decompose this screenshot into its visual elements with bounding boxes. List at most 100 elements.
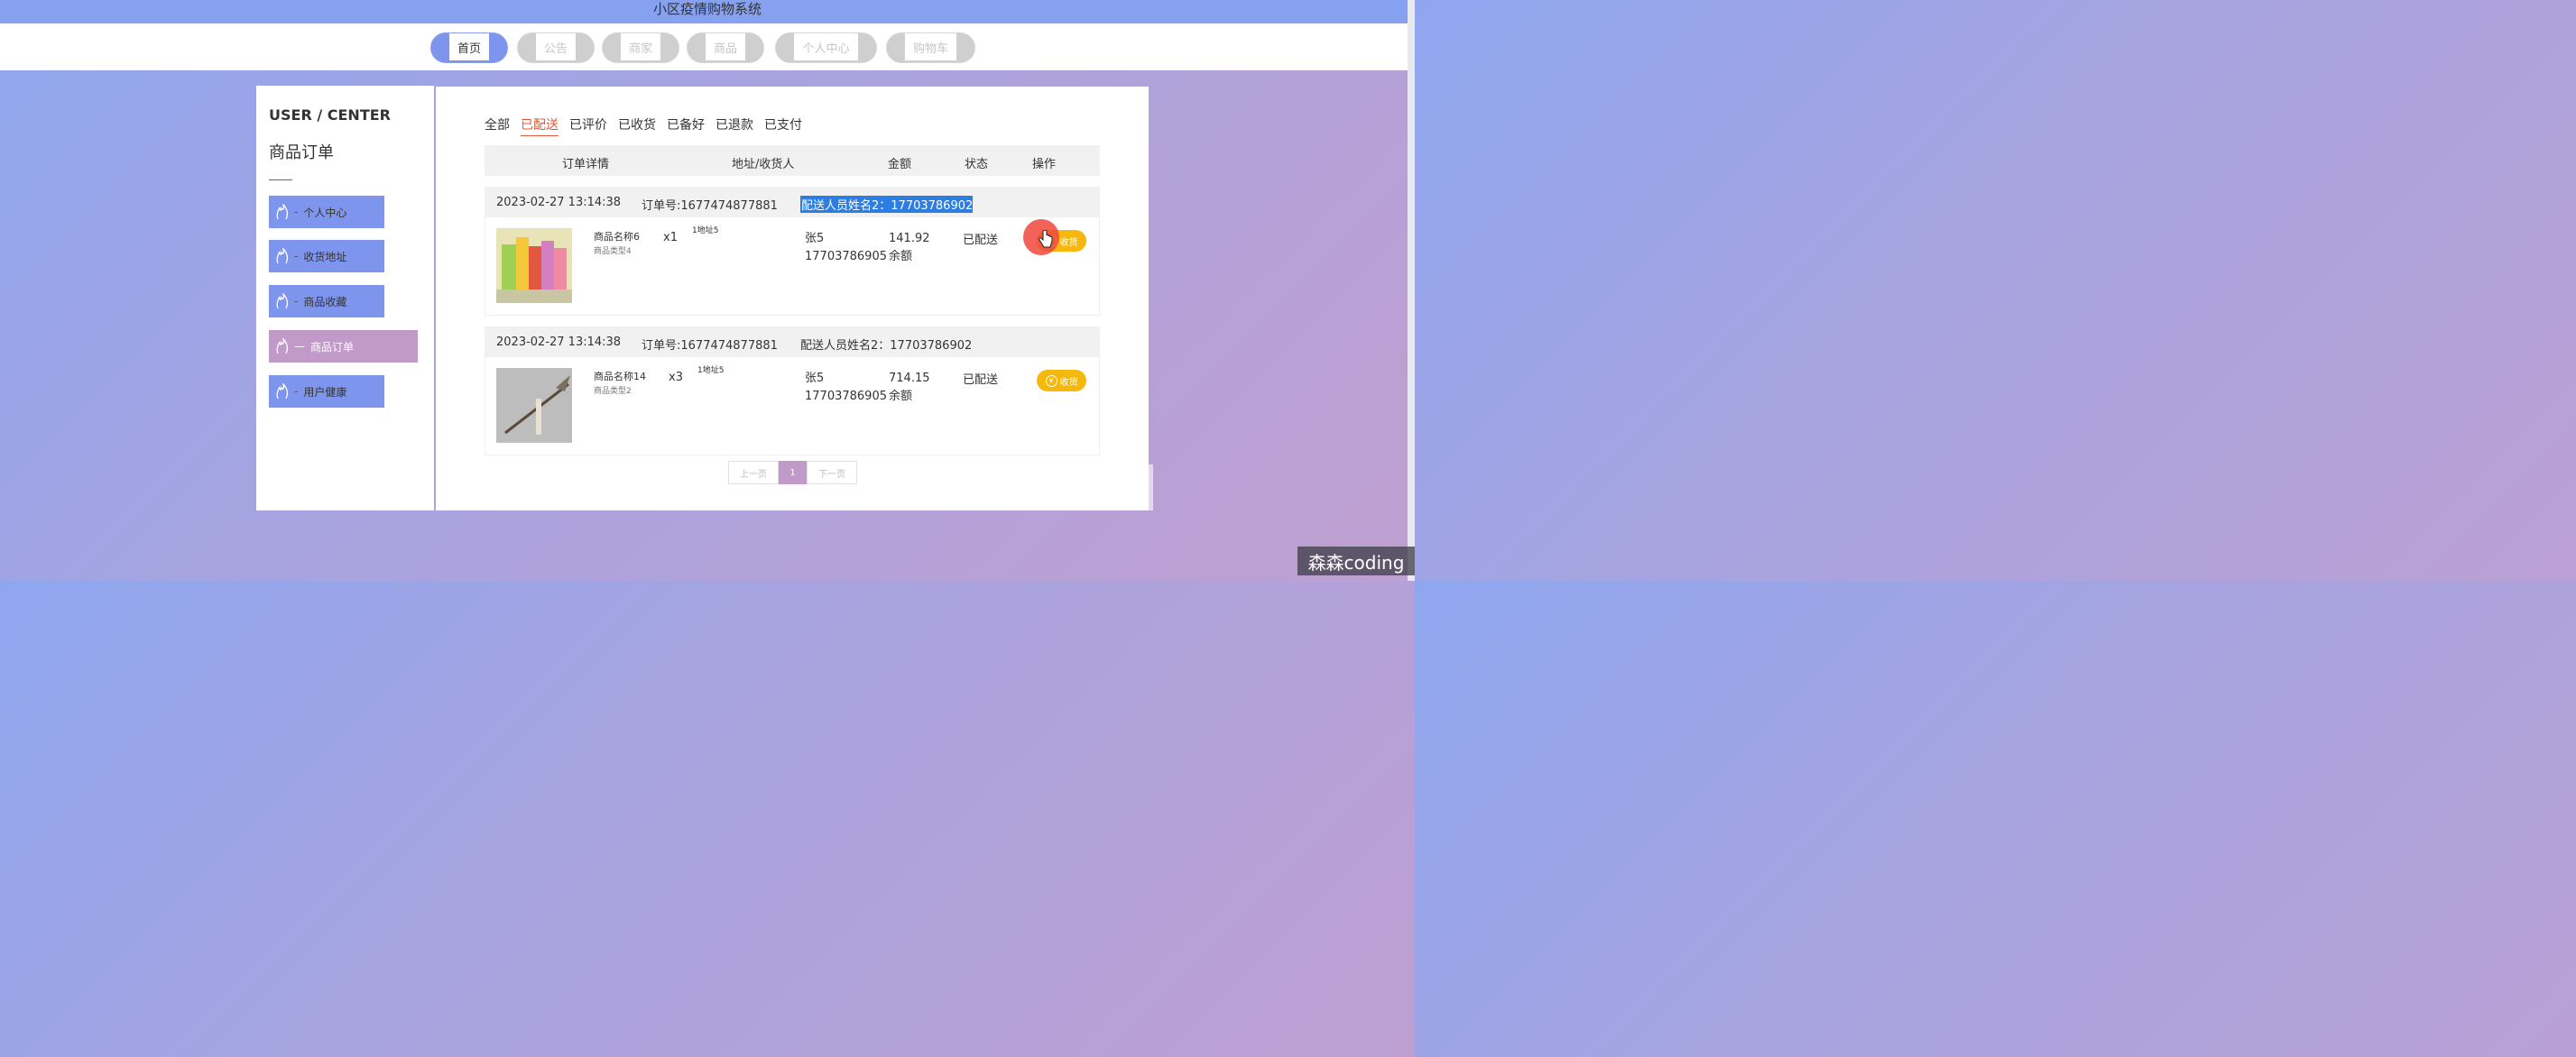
order-number: 订单号:1677474877881 (642, 339, 778, 353)
overlay-fade (991, 464, 1153, 510)
sidebar-header: USER / CENTER (269, 106, 391, 124)
sidebar-item-label: 收货地址 (303, 250, 347, 263)
order-time: 2023-02-27 13:14:38 (496, 196, 622, 209)
orders-table-header: 订单详情 地址/收货人 金额 状态 操作 (485, 145, 1100, 176)
order-body: 商品名称6 商品类型4 x1 1地址5 张5 17703786905 141.9… (485, 217, 1099, 315)
nav-products-label: 商品 (706, 33, 745, 62)
flame-icon (274, 292, 291, 310)
nav-announcements[interactable]: 公告 (517, 32, 595, 63)
courier-info: 配送人员姓名2：17703786902 (800, 339, 973, 353)
main-nav: 首页 公告 商家 商品 个人中心 购物车 (0, 23, 1415, 70)
next-page-button[interactable]: 下一页 (807, 461, 857, 484)
nav-home-label: 首页 (449, 33, 489, 62)
sidebar-section-title: 商品订单 (269, 143, 334, 162)
sidebar-divider (269, 179, 292, 180)
order-card: 2023-02-27 13:14:38 订单号:1677474877881 配送… (485, 187, 1100, 316)
sidebar-item-address[interactable]: - 收货地址 (269, 240, 384, 272)
confirm-receipt-label: 收货 (1059, 377, 1078, 388)
col-action: 操作 (1032, 158, 1057, 171)
receiver: 张5 17703786905 (805, 370, 887, 406)
sidebar-item-label: 商品收藏 (303, 295, 347, 308)
sidebar-item-label: 商品订单 (310, 340, 355, 354)
receiver: 张5 17703786905 (805, 230, 887, 266)
flame-icon (274, 247, 291, 265)
confirm-receipt-label: 收货 (1059, 237, 1078, 248)
col-status: 状态 (965, 158, 989, 171)
order-number: 订单号:1677474877881 (642, 199, 778, 213)
nav-cart[interactable]: 购物车 (886, 32, 975, 63)
courier-info: 配送人员姓名2：17703786902 (800, 196, 974, 213)
top-title-bar: 小区疫情购物系统 (0, 0, 1415, 23)
tab-received[interactable]: 已收货 (618, 115, 656, 136)
order-header: 2023-02-27 13:14:38 订单号:1677474877881 配送… (485, 188, 1099, 217)
nav-home[interactable]: 首页 (430, 32, 508, 63)
pay-method: 余额 (889, 390, 913, 403)
order-body: 商品名称14 商品类型2 x3 1地址5 张5 17703786905 714.… (485, 357, 1099, 455)
tab-delivered[interactable]: 已配送 (521, 115, 559, 136)
col-amount: 金额 (888, 158, 912, 171)
orders-panel: 全部 已配送 已评价 已收货 已备好 已退款 已支付 订单详情 地址/收货人 金… (436, 87, 1149, 510)
flame-icon (274, 382, 291, 400)
app-title: 小区疫情购物系统 (652, 1, 762, 17)
nav-user-center-label: 个人中心 (794, 33, 858, 62)
col-address: 地址/收货人 (732, 158, 795, 171)
item-dash: - (294, 385, 299, 398)
tab-all[interactable]: 全部 (485, 115, 510, 136)
nav-user-center[interactable]: 个人中心 (775, 32, 877, 63)
amount: 714.15 余额 (889, 370, 930, 406)
product-image[interactable] (496, 368, 572, 443)
col-order-detail: 订单详情 (562, 158, 610, 171)
tab-refunded[interactable]: 已退款 (716, 115, 753, 136)
watermark: 森森coding (1297, 547, 1415, 575)
sidebar-item-orders[interactable]: — 商品订单 (269, 330, 418, 363)
order-status: 已配送 (963, 234, 999, 247)
order-status: 已配送 (963, 373, 999, 387)
yen-coin-icon: ¥ (1045, 374, 1057, 387)
sidebar-item-label: 个人中心 (303, 206, 347, 219)
nav-merchants[interactable]: 商家 (602, 32, 679, 63)
order-card: 2023-02-27 13:14:38 订单号:1677474877881 配送… (485, 326, 1100, 455)
product-type: 商品类型2 (594, 387, 632, 396)
sidebar-item-health[interactable]: - 用户健康 (269, 375, 384, 408)
current-page[interactable]: 1 (779, 461, 807, 484)
amount-value: 714.15 (889, 372, 930, 385)
receiver-name: 张5 (805, 372, 825, 385)
tab-prepared[interactable]: 已备好 (667, 115, 705, 136)
item-dash: — (294, 340, 305, 353)
amount-value: 141.92 (889, 232, 930, 245)
delivery-address: 1地址5 (692, 226, 719, 235)
item-dash: - (294, 206, 299, 218)
nav-announcements-label: 公告 (536, 33, 576, 62)
item-dash: - (294, 295, 299, 308)
product-qty: x3 (669, 371, 683, 384)
product-name: 商品名称14 (594, 371, 646, 382)
product-qty: x1 (663, 231, 678, 244)
confirm-receipt-button[interactable]: ¥ 收货 (1037, 370, 1086, 391)
nav-merchants-label: 商家 (621, 33, 660, 62)
order-header: 2023-02-27 13:14:38 订单号:1677474877881 配送… (485, 327, 1099, 357)
receiver-name: 张5 (805, 232, 825, 245)
product-type: 商品类型4 (594, 247, 632, 256)
product-image[interactable] (496, 228, 572, 303)
sidebar-item-label: 用户健康 (303, 385, 347, 399)
pay-method: 余额 (889, 250, 913, 263)
nav-cart-label: 购物车 (905, 33, 956, 62)
receiver-phone: 17703786905 (805, 390, 887, 403)
receiver-phone: 17703786905 (805, 250, 887, 263)
pagination: 上一页 1 下一页 (728, 461, 857, 484)
nav-products[interactable]: 商品 (687, 32, 764, 63)
scrollbar[interactable] (1408, 0, 1415, 581)
hand-cursor-icon (1039, 230, 1053, 248)
flame-icon (274, 203, 291, 221)
tab-paid[interactable]: 已支付 (764, 115, 802, 136)
prev-page-button[interactable]: 上一页 (728, 461, 779, 484)
sidebar-item-favorites[interactable]: - 商品收藏 (269, 285, 384, 317)
amount: 141.92 余额 (889, 230, 930, 266)
item-dash: - (294, 250, 299, 262)
order-status-tabs: 全部 已配送 已评价 已收货 已备好 已退款 已支付 (485, 115, 813, 136)
sidebar-item-user-center[interactable]: - 个人中心 (269, 196, 384, 228)
tab-reviewed[interactable]: 已评价 (569, 115, 607, 136)
order-time: 2023-02-27 13:14:38 (496, 335, 622, 349)
product-name: 商品名称6 (594, 231, 640, 243)
user-sidebar: USER / CENTER 商品订单 - 个人中心 - 收货地址 - 商品收藏 … (256, 86, 434, 510)
